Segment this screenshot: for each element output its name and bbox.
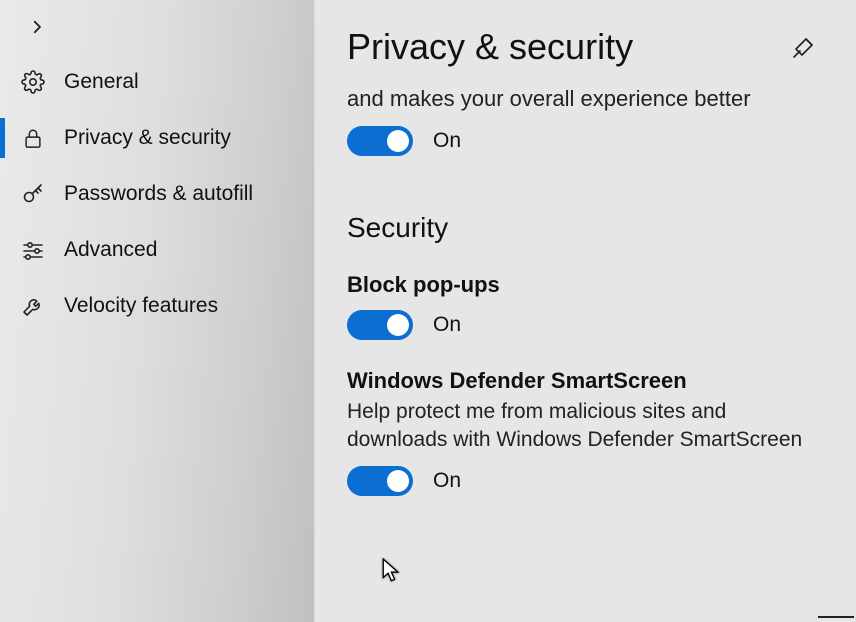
sidebar-item-label: Passwords & autofill: [64, 182, 253, 206]
toggle-state-label: On: [433, 313, 461, 337]
sidebar-item-advanced[interactable]: Advanced: [0, 222, 314, 278]
setting-title: Windows Defender SmartScreen: [347, 368, 816, 394]
sidebar-item-label: Privacy & security: [64, 126, 231, 150]
scrollbar-indicator: [818, 616, 854, 618]
setting-block-popups: Block pop-ups On: [347, 272, 816, 340]
main-content: Privacy & security and makes your overal…: [314, 0, 856, 622]
toggle-previous[interactable]: [347, 126, 413, 156]
setting-description: Help protect me from malicious sites and…: [347, 398, 807, 455]
toggle-smartscreen[interactable]: [347, 466, 413, 496]
pin-icon[interactable]: [792, 35, 816, 59]
sidebar-item-label: Advanced: [64, 238, 157, 262]
sidebar-item-velocity-features[interactable]: Velocity features: [0, 278, 314, 334]
section-heading-security: Security: [347, 212, 816, 244]
gear-icon: [20, 70, 46, 94]
sidebar: General Privacy & security Passwords & a…: [0, 0, 314, 622]
toggle-block-popups[interactable]: [347, 310, 413, 340]
setting-title: Block pop-ups: [347, 272, 816, 298]
sidebar-item-label: General: [64, 70, 139, 94]
lock-icon: [20, 126, 46, 150]
sidebar-item-privacy-security[interactable]: Privacy & security: [0, 110, 314, 166]
sidebar-item-label: Velocity features: [64, 294, 218, 318]
sliders-icon: [20, 238, 46, 262]
sidebar-item-passwords-autofill[interactable]: Passwords & autofill: [0, 166, 314, 222]
chevron-right-icon: [28, 18, 314, 36]
page-header: Privacy & security: [347, 0, 816, 78]
key-icon: [20, 182, 46, 206]
setting-smartscreen: Windows Defender SmartScreen Help protec…: [347, 368, 816, 497]
back-button[interactable]: [0, 8, 314, 54]
page-title: Privacy & security: [347, 26, 633, 68]
sidebar-item-general[interactable]: General: [0, 54, 314, 110]
toggle-state-label: On: [433, 469, 461, 493]
wrench-icon: [20, 294, 46, 318]
toggle-state-label: On: [433, 129, 461, 153]
setting-description: and makes your overall experience better: [347, 84, 816, 114]
setting-previous-partial: and makes your overall experience better…: [347, 84, 816, 156]
